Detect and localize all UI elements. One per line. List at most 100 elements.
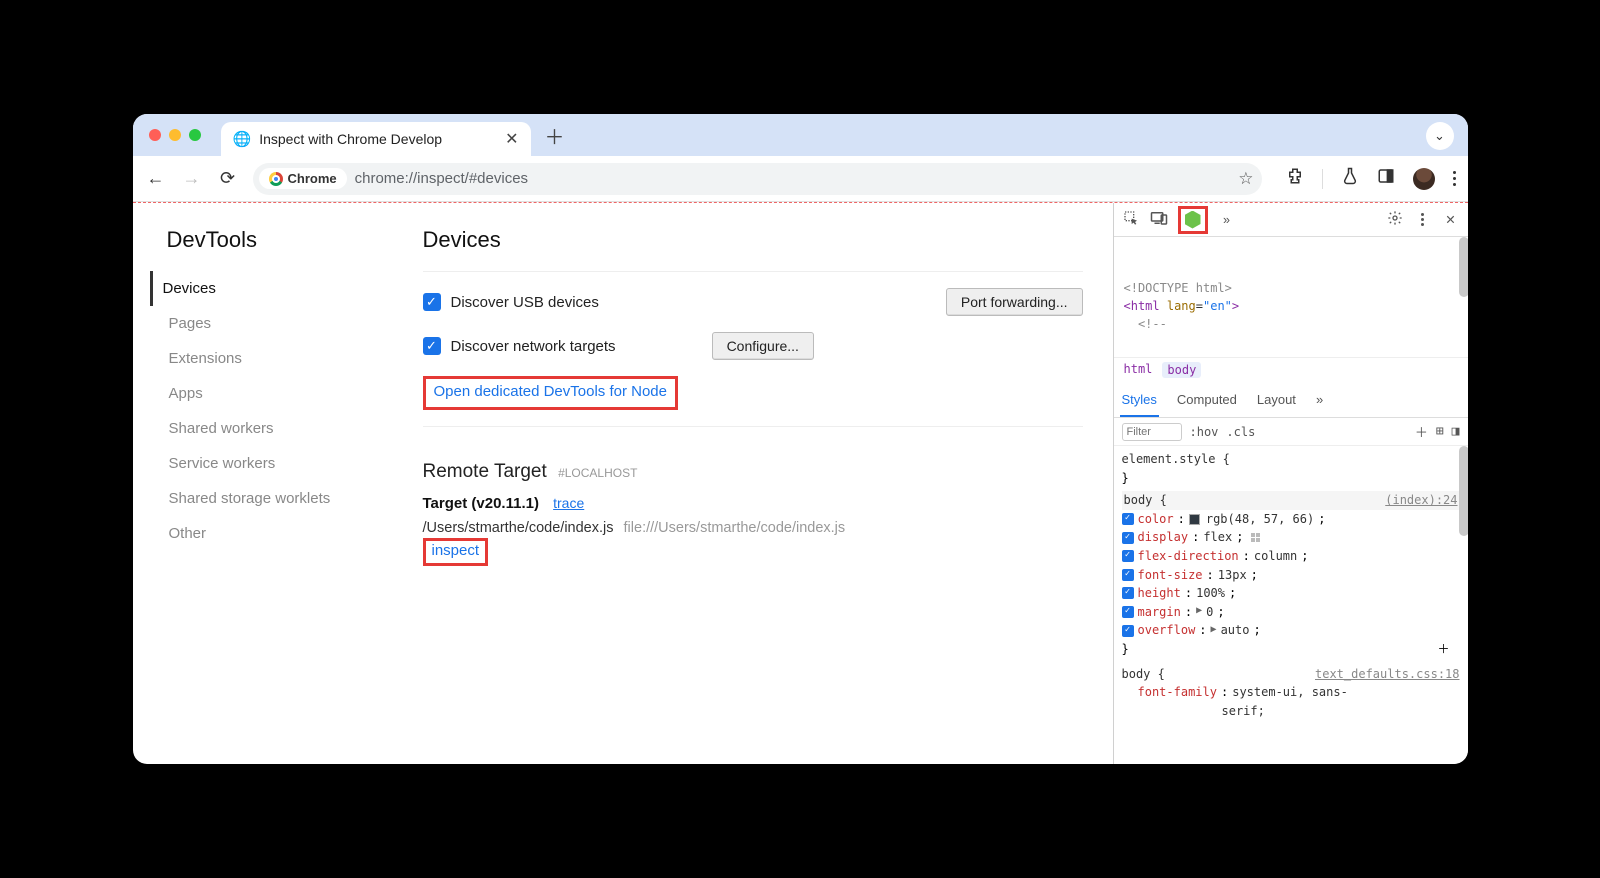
decl-toggle[interactable]: ✓ bbox=[1122, 587, 1134, 599]
subtab-computed[interactable]: Computed bbox=[1175, 384, 1239, 417]
computed-styles-icon[interactable]: ⊞ bbox=[1436, 424, 1444, 439]
discover-network-label: Discover network targets bbox=[451, 338, 616, 355]
nodejs-icon[interactable] bbox=[1185, 211, 1201, 229]
target-file-url: file:///Users/stmarthe/code/index.js bbox=[624, 520, 846, 536]
minimize-window-icon[interactable] bbox=[169, 129, 181, 141]
content-area: DevTools Devices Pages Extensions Apps S… bbox=[133, 202, 1468, 764]
device-toggle-icon[interactable] bbox=[1150, 210, 1168, 229]
sidebar: DevTools Devices Pages Extensions Apps S… bbox=[163, 227, 423, 754]
reload-button[interactable]: ⟳ bbox=[217, 168, 239, 189]
devtools-toolbar: » ✕ bbox=[1114, 203, 1468, 237]
toolbar-icons bbox=[1286, 167, 1456, 190]
subtab-layout[interactable]: Layout bbox=[1255, 384, 1298, 417]
maximize-window-icon[interactable] bbox=[189, 129, 201, 141]
new-tab-button[interactable]: ＋ bbox=[545, 121, 565, 150]
profile-avatar[interactable] bbox=[1413, 168, 1435, 190]
decl-toggle[interactable]: ✓ bbox=[1122, 550, 1134, 562]
expand-triangle-icon[interactable]: ▶ bbox=[1211, 622, 1217, 638]
brace-close: } bbox=[1122, 471, 1129, 485]
main-content: Devices ✓ Discover USB devices Port forw… bbox=[423, 227, 1083, 754]
expand-triangle-icon[interactable]: ▶ bbox=[1196, 603, 1202, 619]
color-swatch-icon[interactable] bbox=[1189, 514, 1200, 525]
new-style-rule-icon[interactable]: ＋ bbox=[1415, 422, 1428, 441]
crumb-html[interactable]: html bbox=[1124, 362, 1153, 378]
subtab-more-icon[interactable]: » bbox=[1314, 384, 1325, 417]
crumb-body[interactable]: body bbox=[1162, 362, 1201, 378]
decl-toggle[interactable]: ✓ bbox=[1122, 532, 1134, 544]
forward-button: → bbox=[181, 168, 203, 189]
breadcrumb: html body bbox=[1114, 357, 1468, 382]
open-node-devtools-link[interactable]: Open dedicated DevTools for Node bbox=[434, 383, 667, 400]
discover-usb-checkbox[interactable]: ✓ bbox=[423, 293, 441, 311]
port-forwarding-button[interactable]: Port forwarding... bbox=[946, 288, 1083, 316]
cls-toggle[interactable]: .cls bbox=[1226, 425, 1255, 439]
toolbar-divider bbox=[1322, 169, 1323, 189]
toolbar: ← → ⟳ Chrome chrome://inspect/#devices ☆ bbox=[133, 156, 1468, 202]
sidebar-item-extensions[interactable]: Extensions bbox=[163, 341, 423, 376]
devtools-kebab-icon[interactable] bbox=[1414, 213, 1432, 226]
decl-toggle[interactable]: ✓ bbox=[1122, 625, 1134, 637]
comment-line: <!-- bbox=[1124, 317, 1167, 331]
sidebar-item-shared-storage-worklets[interactable]: Shared storage worklets bbox=[163, 481, 423, 516]
sidebar-item-pages[interactable]: Pages bbox=[163, 306, 423, 341]
sidebar-title: DevTools bbox=[167, 227, 423, 253]
elements-scrollbar[interactable] bbox=[1459, 237, 1468, 297]
body2-selector: body { bbox=[1122, 665, 1165, 684]
decl-toggle[interactable]: ✓ bbox=[1122, 513, 1134, 525]
browser-tab[interactable]: 🌐 Inspect with Chrome Develop ✕ bbox=[221, 122, 531, 156]
target-path: /Users/stmarthe/code/index.js bbox=[423, 520, 614, 536]
tab-strip: 🌐 Inspect with Chrome Develop ✕ ＋ ⌄ bbox=[133, 114, 1468, 156]
devtools-panel: » ✕ <!DOCTYPE html> <html lang="en"> <!-… bbox=[1113, 203, 1468, 764]
styles-filter-input[interactable] bbox=[1122, 423, 1182, 441]
trace-link[interactable]: trace bbox=[553, 495, 584, 511]
sidebar-item-apps[interactable]: Apps bbox=[163, 376, 423, 411]
decl-toggle[interactable]: ✓ bbox=[1122, 606, 1134, 618]
address-bar[interactable]: Chrome chrome://inspect/#devices ☆ bbox=[253, 163, 1262, 195]
hov-toggle[interactable]: :hov bbox=[1190, 425, 1219, 439]
add-declaration-icon[interactable]: ＋ bbox=[1437, 640, 1449, 659]
discover-network-checkbox[interactable]: ✓ bbox=[423, 337, 441, 355]
doctype-line: <!DOCTYPE html> bbox=[1124, 281, 1232, 295]
target-path-line: /Users/stmarthe/code/index.js file:///Us… bbox=[423, 520, 1083, 536]
sidebar-item-other[interactable]: Other bbox=[163, 516, 423, 551]
extensions-icon[interactable] bbox=[1286, 167, 1304, 190]
window-controls bbox=[149, 129, 201, 141]
body-selector: body { bbox=[1124, 491, 1167, 510]
toggle-sidebar-icon[interactable]: ◨ bbox=[1452, 424, 1460, 439]
rule-source-2[interactable]: text_defaults.css:18 bbox=[1315, 665, 1460, 684]
rule-source[interactable]: (index):24 bbox=[1385, 491, 1457, 510]
sidebar-item-service-workers[interactable]: Service workers bbox=[163, 446, 423, 481]
side-panel-icon[interactable] bbox=[1377, 167, 1395, 190]
flex-editor-icon[interactable] bbox=[1251, 533, 1260, 542]
styles-pane[interactable]: element.style { } body { (index):24 ✓ co… bbox=[1114, 446, 1468, 764]
subtab-styles[interactable]: Styles bbox=[1120, 384, 1159, 417]
elements-tree[interactable]: <!DOCTYPE html> <html lang="en"> <!-- bbox=[1114, 237, 1468, 357]
inspect-page: DevTools Devices Pages Extensions Apps S… bbox=[133, 203, 1113, 764]
sidebar-item-shared-workers[interactable]: Shared workers bbox=[163, 411, 423, 446]
inspect-element-icon[interactable] bbox=[1122, 210, 1140, 229]
target-line: Target (v20.11.1) trace bbox=[423, 495, 1083, 512]
inspect-link[interactable]: inspect bbox=[432, 542, 480, 559]
site-label: Chrome bbox=[288, 171, 337, 186]
close-window-icon[interactable] bbox=[149, 129, 161, 141]
configure-button[interactable]: Configure... bbox=[712, 332, 814, 360]
decl-toggle[interactable]: ✓ bbox=[1122, 569, 1134, 581]
url-text: chrome://inspect/#devices bbox=[355, 170, 528, 187]
tabs-dropdown-icon[interactable]: ⌄ bbox=[1426, 122, 1454, 150]
styles-scrollbar[interactable] bbox=[1459, 446, 1468, 536]
kebab-menu-icon[interactable] bbox=[1453, 171, 1456, 186]
remote-target-sub: #LOCALHOST bbox=[558, 466, 637, 480]
bookmark-star-icon[interactable]: ☆ bbox=[1238, 169, 1253, 189]
site-info-chip[interactable]: Chrome bbox=[259, 168, 347, 189]
back-button[interactable]: ← bbox=[145, 168, 167, 189]
more-panels-icon[interactable]: » bbox=[1218, 213, 1236, 227]
devtools-close-icon[interactable]: ✕ bbox=[1442, 212, 1460, 227]
close-tab-icon[interactable]: ✕ bbox=[505, 129, 518, 149]
sidebar-item-devices[interactable]: Devices bbox=[150, 271, 423, 306]
globe-icon: 🌐 bbox=[233, 130, 252, 148]
settings-gear-icon[interactable] bbox=[1386, 210, 1404, 229]
devices-heading: Devices bbox=[423, 227, 1083, 253]
node-panel-highlight bbox=[1178, 206, 1208, 234]
labs-icon[interactable] bbox=[1341, 167, 1359, 190]
browser-window: 🌐 Inspect with Chrome Develop ✕ ＋ ⌄ ← → … bbox=[133, 114, 1468, 764]
